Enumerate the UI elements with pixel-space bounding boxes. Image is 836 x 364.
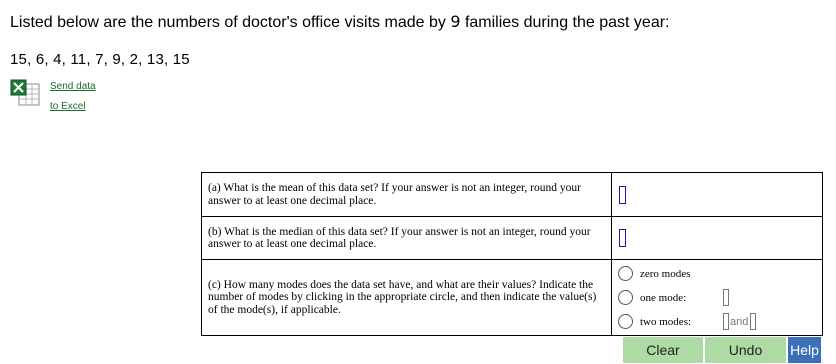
clear-button[interactable]: Clear bbox=[623, 337, 703, 363]
undo-button[interactable]: Undo bbox=[705, 337, 786, 363]
question-row-a: (a) What is the mean of this data set? I… bbox=[201, 172, 823, 217]
and-label: and bbox=[730, 315, 749, 328]
mean-input[interactable] bbox=[619, 185, 626, 204]
intro-before: Listed below are the numbers of doctor's… bbox=[10, 14, 451, 31]
two-modes-input-2[interactable] bbox=[750, 313, 757, 330]
two-modes-label: two modes: bbox=[640, 315, 692, 328]
two-modes-radio[interactable] bbox=[618, 314, 633, 329]
intro-text: Listed below are the numbers of doctor's… bbox=[10, 12, 670, 32]
one-mode-radio[interactable] bbox=[618, 290, 633, 305]
question-b-answer-cell bbox=[611, 216, 823, 260]
question-table: (a) What is the mean of this data set? I… bbox=[201, 172, 823, 336]
question-a-answer-cell bbox=[611, 172, 823, 217]
page-root: Listed below are the numbers of doctor's… bbox=[0, 0, 836, 364]
one-mode-label: one mode: bbox=[640, 291, 687, 304]
median-input[interactable] bbox=[619, 229, 626, 248]
question-row-c: (c) How many modes does the data set hav… bbox=[201, 259, 823, 336]
two-modes-row: two modes: and bbox=[618, 310, 822, 334]
zero-modes-row: zero modes bbox=[618, 262, 822, 286]
intro-after: families during the past year: bbox=[460, 14, 670, 31]
question-row-b: (b) What is the median of this data set?… bbox=[201, 216, 823, 260]
one-mode-row: one mode: bbox=[618, 286, 822, 310]
family-count: 9 bbox=[450, 12, 461, 31]
zero-modes-radio[interactable] bbox=[618, 266, 633, 281]
send-data-link[interactable]: Send data bbox=[50, 81, 96, 92]
question-b-text: (b) What is the median of this data set?… bbox=[201, 216, 612, 260]
to-excel-link[interactable]: to Excel bbox=[50, 101, 86, 112]
button-bar: Clear Undo Help bbox=[623, 337, 821, 363]
question-a-text: (a) What is the mean of this data set? I… bbox=[201, 172, 612, 217]
question-c-answer-cell: zero modes one mode: two modes: and bbox=[611, 259, 823, 336]
two-modes-input-1[interactable] bbox=[723, 313, 729, 330]
help-button[interactable]: Help bbox=[788, 337, 821, 363]
excel-icon[interactable] bbox=[10, 79, 40, 107]
data-values: 15, 6, 4, 11, 7, 9, 2, 13, 15 bbox=[10, 51, 190, 68]
question-c-text: (c) How many modes does the data set hav… bbox=[201, 259, 612, 336]
one-mode-input[interactable] bbox=[723, 289, 729, 306]
zero-modes-label: zero modes bbox=[640, 267, 691, 280]
